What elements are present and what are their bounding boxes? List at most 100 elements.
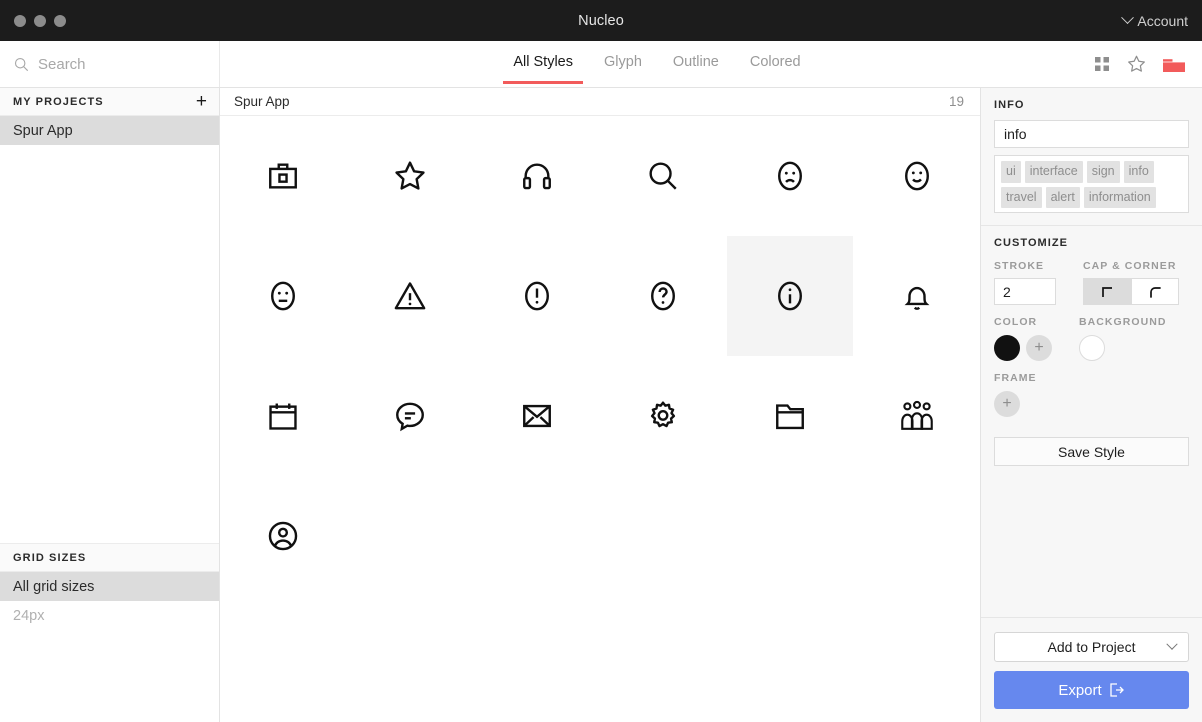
grid-size-label: 24px: [13, 607, 45, 624]
stroke-value: 2: [1003, 283, 1011, 300]
add-color-button[interactable]: +: [1026, 335, 1052, 361]
icon-cell-briefcase[interactable]: [220, 116, 347, 236]
color-background-row: COLOR + BACKGROUND: [994, 316, 1189, 361]
tab-outline[interactable]: Outline: [671, 55, 721, 83]
title-bar: Nucleo Account: [0, 0, 1202, 41]
minimize-button[interactable]: [34, 14, 46, 27]
icon-cell-folder[interactable]: [727, 356, 854, 476]
tab-glyph[interactable]: Glyph: [602, 55, 644, 83]
info-section: INFO info ui interface sign info travel …: [981, 88, 1202, 226]
icon-cell-smile-face[interactable]: [853, 116, 980, 236]
collection-name: Spur App: [234, 94, 290, 109]
search-icon: [649, 162, 677, 190]
window-controls[interactable]: [0, 14, 66, 27]
icon-grid: [220, 116, 980, 722]
save-style-button[interactable]: Save Style: [994, 437, 1189, 466]
tag-item[interactable]: interface: [1024, 161, 1083, 183]
sidebar-item-24px[interactable]: 24px: [0, 601, 219, 630]
background-label: BACKGROUND: [1079, 316, 1167, 328]
search-placeholder: Search: [38, 56, 86, 73]
add-frame-button[interactable]: +: [994, 391, 1020, 417]
gear-icon: [651, 401, 676, 428]
tag-item[interactable]: sign: [1086, 161, 1120, 183]
icon-cell-envelope[interactable]: [473, 356, 600, 476]
icon-name-field[interactable]: info: [994, 120, 1189, 148]
folder-icon[interactable]: [1163, 56, 1185, 73]
sidebar-item-all-grid-sizes[interactable]: All grid sizes: [0, 572, 219, 601]
color-label: COLOR: [994, 316, 1038, 328]
inspector-panel: INFO info ui interface sign info travel …: [980, 88, 1202, 722]
search-icon: [14, 57, 29, 71]
stroke-input[interactable]: 2: [994, 278, 1056, 305]
grid-sizes-section: GRID SIZES All grid sizes 24px: [0, 543, 219, 630]
export-button[interactable]: Export: [994, 671, 1189, 709]
frame-swatches: +: [994, 391, 1037, 417]
icon-cell-calendar[interactable]: [220, 356, 347, 476]
tag-item[interactable]: info: [1123, 161, 1154, 183]
add-project-button[interactable]: +: [196, 92, 207, 111]
main-body: MY PROJECTS + Spur App GRID SIZES All gr…: [0, 88, 1202, 722]
chevron-down-icon: [1121, 11, 1135, 25]
icon-cell-user-circle[interactable]: [220, 476, 347, 596]
tag-item[interactable]: alert: [1045, 186, 1080, 208]
icon-cell-headphones[interactable]: [473, 116, 600, 236]
envelope-icon: [522, 404, 551, 428]
icon-cell-group-users[interactable]: [853, 356, 980, 476]
zoom-button[interactable]: [54, 14, 66, 27]
icon-cell-question-circle[interactable]: [600, 236, 727, 356]
app-window: Nucleo Account Search All Styles Glyph O…: [0, 0, 1202, 722]
background-swatch[interactable]: [1079, 335, 1105, 361]
icon-cell-bell[interactable]: [853, 236, 980, 356]
folder-icon: [776, 404, 804, 430]
color-group: COLOR +: [994, 316, 1052, 361]
background-swatches: [1079, 335, 1167, 361]
icon-cell-info-circle[interactable]: [726, 236, 854, 356]
icon-cell-search[interactable]: [600, 116, 727, 236]
add-to-project-button[interactable]: Add to Project: [994, 632, 1189, 662]
briefcase-icon: [269, 163, 298, 189]
icon-cell-star[interactable]: [347, 116, 474, 236]
tab-colored[interactable]: Colored: [748, 55, 803, 83]
grid-sizes-label: GRID SIZES: [13, 551, 87, 564]
grid-view-icon[interactable]: [1094, 56, 1110, 72]
search-input[interactable]: Search: [0, 41, 220, 87]
color-swatch[interactable]: [994, 335, 1020, 361]
chat-bubble-icon: [396, 402, 424, 432]
question-circle-icon: [651, 281, 676, 311]
export-label: Export: [1058, 681, 1102, 699]
close-button[interactable]: [14, 14, 26, 27]
info-circle-icon: [778, 281, 802, 311]
sidebar-bottom-pad: [0, 630, 219, 722]
tag-item[interactable]: information: [1083, 186, 1156, 208]
square-corner-button[interactable]: [1084, 279, 1131, 304]
color-swatches: +: [994, 335, 1052, 361]
group-users-icon: [900, 400, 933, 430]
sidebar-item-label: Spur App: [13, 122, 73, 139]
stroke-label: STROKE: [994, 260, 1045, 272]
collection-header: Spur App 19: [220, 88, 980, 116]
icon-cell-sad-face[interactable]: [727, 116, 854, 236]
bell-icon: [904, 286, 930, 310]
calendar-icon: [269, 403, 297, 430]
tag-item[interactable]: travel: [1001, 186, 1042, 208]
style-tabs: All Styles Glyph Outline Colored: [220, 41, 1094, 87]
window-title: Nucleo: [578, 12, 624, 29]
my-projects-header: MY PROJECTS +: [0, 88, 219, 116]
cap-corner-toggle: [1083, 278, 1179, 305]
icon-cell-warning-triangle[interactable]: [347, 236, 474, 356]
customize-header: CUSTOMIZE: [994, 237, 1069, 249]
star-icon[interactable]: [1127, 55, 1146, 73]
tab-all-styles[interactable]: All Styles: [503, 55, 583, 84]
icon-cell-chat-bubble[interactable]: [347, 356, 474, 476]
search-placeholder-text: Search: [38, 55, 86, 73]
tag-list[interactable]: ui interface sign info travel alert info…: [994, 155, 1189, 213]
icon-cell-neutral-face[interactable]: [220, 236, 347, 356]
icon-cell-gear[interactable]: [600, 356, 727, 476]
sidebar-item-spur-app[interactable]: Spur App: [0, 116, 219, 145]
round-corner-button[interactable]: [1130, 279, 1178, 304]
background-group: BACKGROUND: [1079, 316, 1167, 361]
icon-cell-exclamation-circle[interactable]: [473, 236, 600, 356]
my-projects-label: MY PROJECTS: [13, 95, 104, 108]
account-menu[interactable]: Account: [1121, 11, 1202, 29]
tag-item[interactable]: ui: [1001, 161, 1021, 183]
